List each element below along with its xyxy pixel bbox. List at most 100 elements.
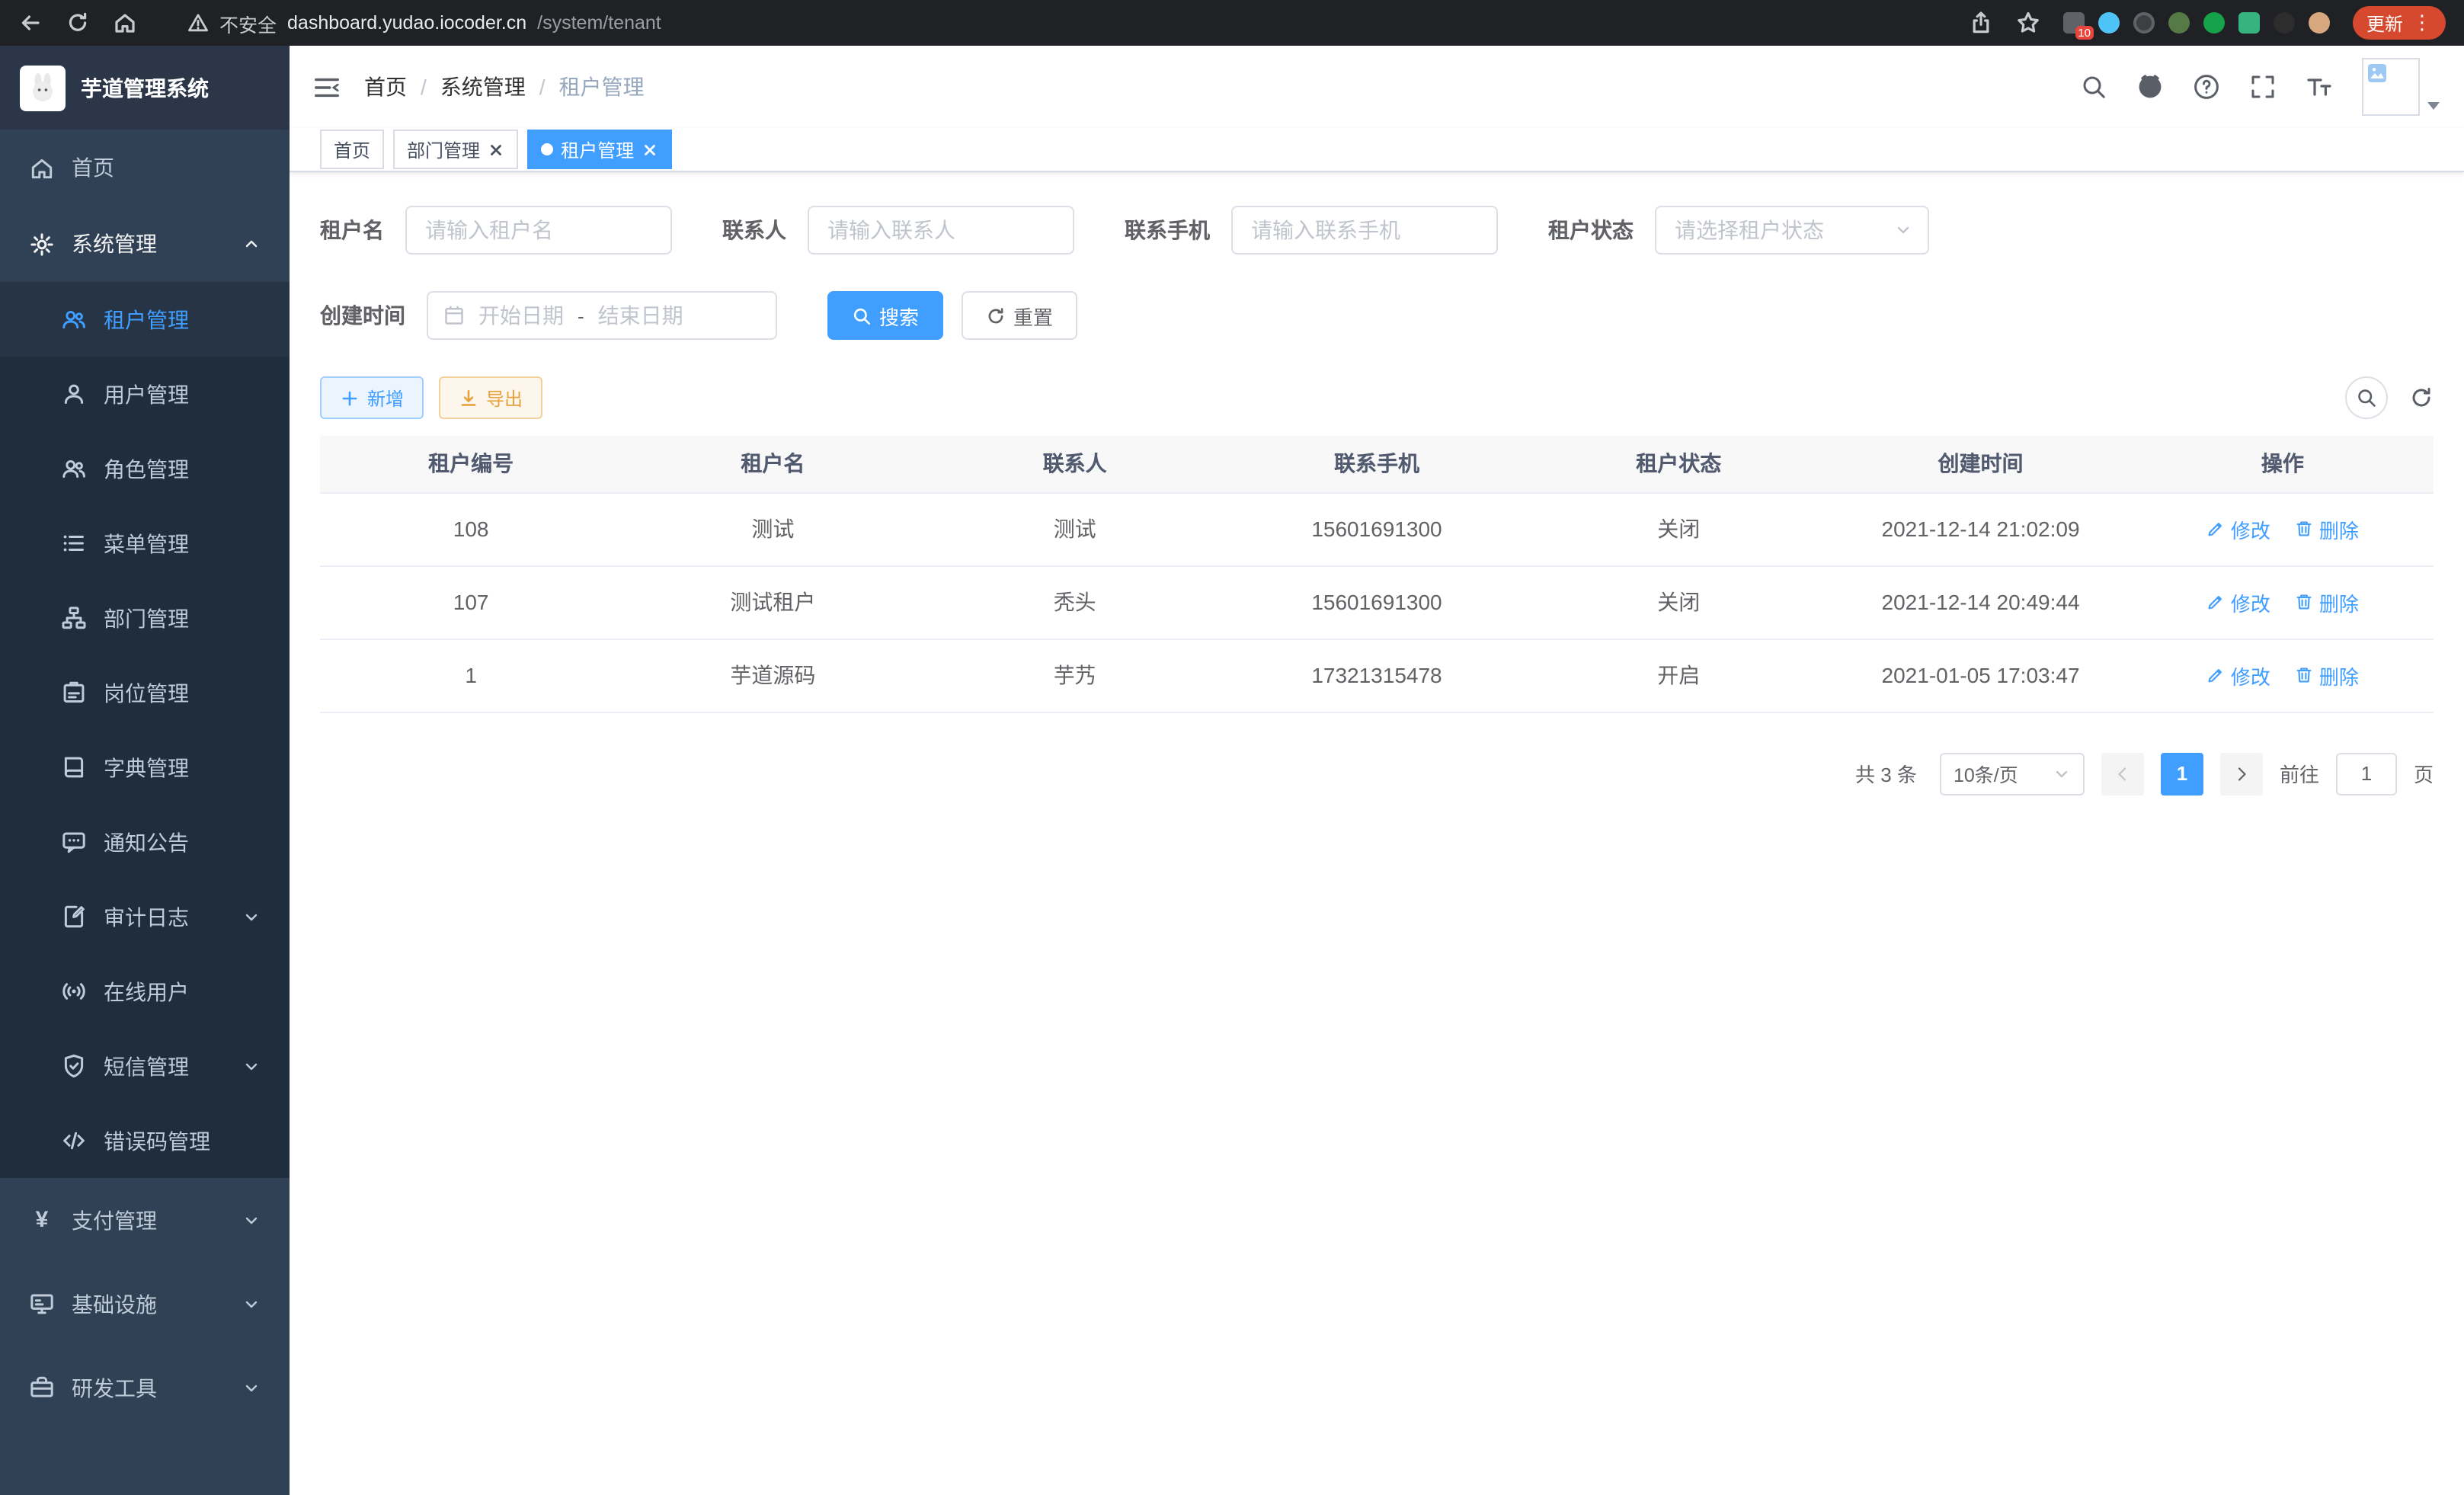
url-path[interactable]: /system/tenant — [537, 12, 661, 34]
cell-contact: 测试 — [924, 492, 1226, 565]
sidebar-item-error-codes[interactable]: 错误码管理 — [0, 1103, 290, 1178]
filter-create-time: 创建时间 开始日期 - 结束日期 — [320, 291, 777, 340]
download-icon — [459, 388, 478, 408]
mobile-input[interactable] — [1231, 206, 1498, 255]
home-icon[interactable] — [113, 11, 137, 35]
code-icon — [61, 1128, 87, 1154]
extension-icon[interactable]: 10 — [2063, 12, 2085, 34]
sidebar: 芋道管理系统 首页 系统管理 租户管理 用户管理 — [0, 46, 290, 1495]
url-host[interactable]: dashboard.yudao.iocoder.cn — [287, 12, 526, 34]
tenants-icon — [61, 306, 87, 332]
close-tab-icon[interactable] — [642, 141, 658, 158]
github-icon[interactable] — [2136, 73, 2164, 101]
tab-label: 部门管理 — [407, 136, 480, 162]
date-separator: - — [578, 304, 584, 327]
extension-icon[interactable] — [2133, 12, 2155, 34]
edit-link[interactable]: 修改 — [2206, 514, 2270, 543]
sidebar-item-infrastructure[interactable]: 基础设施 — [0, 1262, 290, 1346]
sidebar-item-audit-log[interactable]: 审计日志 — [0, 879, 290, 954]
extension-icon[interactable] — [2203, 12, 2225, 34]
filter-status: 租户状态 请选择租户状态 — [1548, 206, 1929, 255]
app-logo: 芋道管理系统 — [0, 46, 290, 130]
browser-menu-icon[interactable]: ⋮ — [2412, 15, 2432, 30]
tab-dept[interactable]: 部门管理 — [393, 130, 518, 169]
extension-icon[interactable] — [2238, 12, 2260, 34]
page-number-button[interactable]: 1 — [2161, 752, 2203, 795]
rabbit-logo-icon — [26, 71, 59, 104]
refresh-icon — [986, 306, 1006, 325]
delete-link[interactable]: 删除 — [2295, 661, 2359, 690]
filter-tenant-name: 租户名 — [320, 206, 672, 255]
tenant-name-input[interactable] — [405, 206, 672, 255]
active-tab-dot — [541, 143, 553, 155]
sidebar-item-posts[interactable]: 岗位管理 — [0, 655, 290, 730]
home-icon — [29, 155, 55, 181]
chevron-down-icon — [242, 1057, 261, 1075]
tab-tenant[interactable]: 租户管理 — [527, 130, 672, 169]
search-icon[interactable] — [2080, 73, 2107, 101]
pagination: 共 3 条 10条/页 1 前往 页 — [320, 752, 2434, 795]
security-label[interactable]: 不安全 — [219, 8, 277, 37]
extension-icon[interactable] — [2098, 12, 2120, 34]
edit-link[interactable]: 修改 — [2206, 587, 2270, 616]
export-button[interactable]: 导出 — [439, 376, 542, 419]
create-time-label: 创建时间 — [320, 300, 405, 331]
edit-icon — [2206, 666, 2225, 684]
sidebar-item-sms[interactable]: 短信管理 — [0, 1029, 290, 1103]
reload-icon[interactable] — [66, 11, 90, 35]
search-button[interactable]: 搜索 — [827, 291, 943, 340]
breadcrumb-system[interactable]: 系统管理 — [440, 72, 526, 102]
user-icon — [61, 381, 87, 407]
status-select[interactable]: 请选择租户状态 — [1655, 206, 1929, 255]
sidebar-item-system[interactable]: 系统管理 — [0, 206, 290, 282]
font-size-icon[interactable] — [2306, 73, 2333, 101]
sidebar-item-departments[interactable]: 部门管理 — [0, 581, 290, 655]
sidebar-collapse-icon[interactable] — [312, 72, 341, 101]
sidebar-item-tenant[interactable]: 租户管理 — [0, 282, 290, 357]
date-range-picker[interactable]: 开始日期 - 结束日期 — [427, 291, 777, 340]
sidebar-item-notices[interactable]: 通知公告 — [0, 805, 290, 879]
sidebar-item-label: 首页 — [72, 152, 114, 183]
goto-page-input[interactable] — [2336, 752, 2397, 795]
tab-home[interactable]: 首页 — [320, 130, 384, 169]
sidebar-item-online-users[interactable]: 在线用户 — [0, 954, 290, 1029]
extension-icon[interactable] — [2168, 12, 2190, 34]
edit-link[interactable]: 修改 — [2206, 661, 2270, 690]
sidebar-item-home[interactable]: 首页 — [0, 130, 290, 206]
delete-link[interactable]: 删除 — [2295, 514, 2359, 543]
sidebar-item-dictionary[interactable]: 字典管理 — [0, 730, 290, 805]
sidebar-item-roles[interactable]: 角色管理 — [0, 431, 290, 506]
delete-link[interactable]: 删除 — [2295, 587, 2359, 616]
add-button[interactable]: 新增 — [320, 376, 424, 419]
sidebar-item-users[interactable]: 用户管理 — [0, 357, 290, 431]
col-mobile: 联系手机 — [1226, 436, 1528, 492]
prev-page-button[interactable] — [2101, 752, 2144, 795]
extension-icon[interactable] — [2274, 12, 2295, 34]
page-size-select[interactable]: 10条/页 — [1940, 752, 2085, 795]
user-avatar-menu[interactable] — [2362, 58, 2440, 116]
back-icon[interactable] — [18, 11, 43, 35]
address-bar[interactable]: 不安全 dashboard.yudao.iocoder.cn/system/te… — [187, 8, 661, 37]
cell-actions: 修改删除 — [2132, 492, 2434, 565]
show-search-button[interactable] — [2345, 376, 2388, 419]
avatar[interactable] — [2362, 58, 2420, 116]
fullscreen-icon[interactable] — [2249, 73, 2277, 101]
share-icon[interactable] — [1969, 11, 1993, 35]
refresh-table-icon[interactable] — [2409, 386, 2434, 410]
sidebar-item-payment[interactable]: ¥ 支付管理 — [0, 1178, 290, 1262]
help-icon[interactable] — [2193, 73, 2220, 101]
profile-avatar-icon[interactable] — [2309, 12, 2330, 34]
next-page-button[interactable] — [2220, 752, 2263, 795]
book-icon — [61, 754, 87, 780]
sidebar-item-dev-tools[interactable]: 研发工具 — [0, 1346, 290, 1429]
update-label: 更新 — [2366, 10, 2403, 36]
sidebar-item-menus[interactable]: 菜单管理 — [0, 506, 290, 581]
breadcrumb-home[interactable]: 首页 — [364, 72, 407, 102]
bookmark-star-icon[interactable] — [2016, 11, 2040, 35]
contact-input[interactable] — [808, 206, 1074, 255]
close-tab-icon[interactable] — [488, 141, 504, 158]
chrome-update-button[interactable]: 更新 ⋮ — [2353, 6, 2446, 40]
reset-button[interactable]: 重置 — [962, 291, 1077, 340]
date-start-placeholder: 开始日期 — [478, 300, 564, 331]
extension-badge: 10 — [2075, 26, 2094, 40]
